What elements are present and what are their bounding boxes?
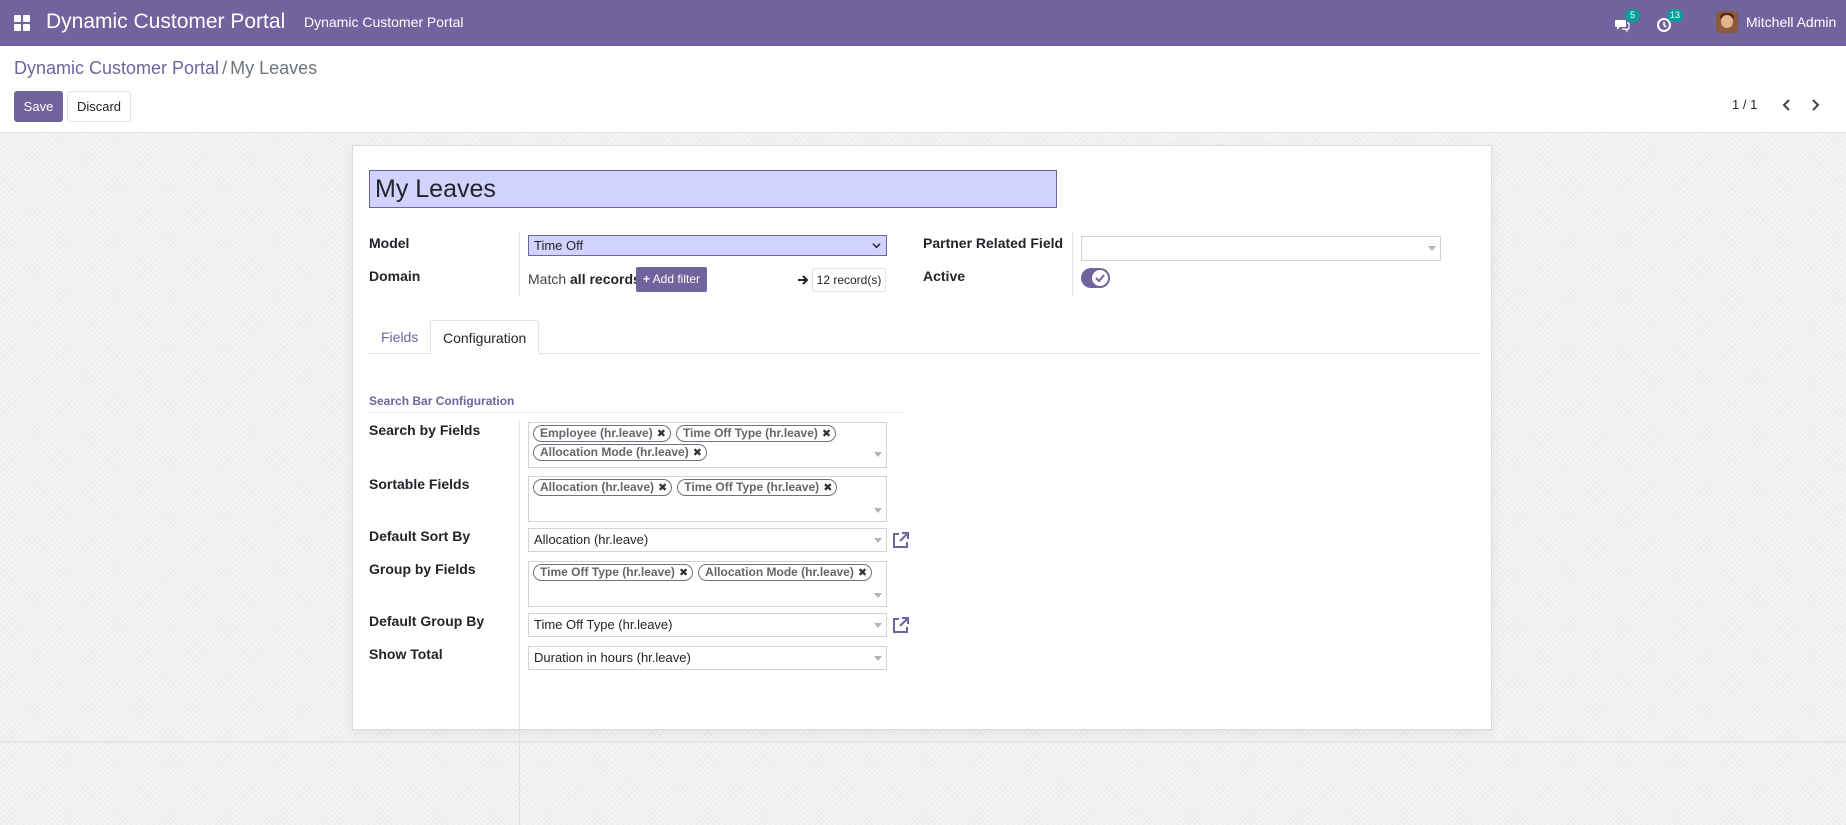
add-filter-button[interactable]: + Add filter [636, 267, 707, 292]
caret-down-icon [874, 593, 882, 598]
active-label: Active [923, 268, 966, 284]
caret-down-icon [1428, 246, 1436, 251]
remove-tag-icon[interactable]: ✖ [823, 482, 832, 494]
default-group-by-select[interactable]: Time Off Type (hr.leave) [528, 613, 887, 637]
remove-tag-icon[interactable]: ✖ [679, 567, 688, 579]
caret-down-icon [874, 452, 882, 457]
model-label: Model [369, 235, 410, 251]
model-select-value: Time Off [534, 238, 584, 253]
tag: Employee (hr.leave) ✖ [533, 425, 671, 442]
caret-down-icon [874, 656, 882, 661]
domain-match-text: Match [528, 271, 567, 287]
discard-button[interactable]: Discard [67, 91, 131, 122]
apps-menu-icon[interactable] [14, 15, 30, 31]
remove-tag-icon[interactable]: ✖ [822, 428, 831, 440]
default-group-by-label: Default Group By [369, 613, 485, 629]
tag: Time Off Type (hr.leave) ✖ [677, 479, 838, 496]
sortable-fields-label: Sortable Fields [369, 476, 470, 492]
records-count-button[interactable]: 12 record(s) [812, 268, 886, 292]
pager-value[interactable]: 1 / 1 [1732, 97, 1757, 112]
caret-down-icon [874, 623, 882, 628]
default-sort-by-label: Default Sort By [369, 528, 471, 544]
remove-tag-icon[interactable]: ✖ [658, 482, 667, 494]
default-sort-by-select[interactable]: Allocation (hr.leave) [528, 528, 887, 552]
partner-related-field-select[interactable] [1081, 236, 1441, 261]
search-bar-configuration-title: Search Bar Configuration [369, 394, 904, 413]
pager-next-icon[interactable] [1808, 98, 1822, 112]
field-divider [1072, 231, 1073, 297]
nav-menu-item[interactable]: Dynamic Customer Portal [304, 14, 464, 30]
tab-fields[interactable]: Fields [369, 320, 430, 354]
user-menu[interactable]: Mitchell Admin [1746, 14, 1836, 30]
field-divider [519, 421, 520, 825]
tag: Time Off Type (hr.leave) ✖ [533, 564, 694, 581]
app-brand[interactable]: Dynamic Customer Portal [46, 10, 285, 34]
activities-badge: 13 [1667, 9, 1684, 22]
remove-tag-icon[interactable]: ✖ [693, 447, 702, 459]
tag: Allocation Mode (hr.leave) ✖ [698, 564, 873, 581]
domain-all-records: all records [570, 271, 641, 287]
pager-previous-icon[interactable] [1780, 98, 1794, 112]
remove-tag-icon[interactable]: ✖ [858, 567, 867, 579]
tag: Allocation Mode (hr.leave) ✖ [533, 444, 707, 461]
arrow-right-icon [798, 275, 809, 285]
domain-label: Domain [369, 268, 421, 284]
tag: Allocation (hr.leave) ✖ [533, 479, 673, 496]
breadcrumb-parent[interactable]: Dynamic Customer Portal [14, 58, 219, 78]
external-link-icon[interactable] [891, 530, 911, 550]
toggle-knob [1092, 270, 1108, 286]
messages-badge: 5 [1625, 9, 1640, 22]
form-sheet: My Leaves Model Domain Time Off Match al… [352, 145, 1492, 825]
external-link-icon[interactable] [891, 615, 911, 635]
check-icon [1095, 274, 1105, 283]
model-select[interactable]: Time Off [528, 235, 887, 256]
remove-tag-icon[interactable]: ✖ [657, 428, 666, 440]
caret-down-icon [874, 538, 882, 543]
breadcrumb-separator: / [222, 58, 228, 78]
breadcrumb-current: My Leaves [230, 58, 318, 78]
top-navbar: Dynamic Customer Portal Dynamic Customer… [0, 0, 1846, 46]
partner-related-field-label: Partner Related Field [923, 235, 1064, 251]
show-total-select[interactable]: Duration in hours (hr.leave) [528, 646, 887, 670]
activities-icon[interactable]: 13 [1656, 9, 1684, 35]
tab-configuration[interactable]: Configuration [430, 320, 540, 354]
sortable-fields-input[interactable]: Allocation (hr.leave) ✖ Time Off Type (hr.… [528, 476, 887, 522]
domain-summary: Match all records [528, 271, 641, 287]
plus-icon: + [642, 272, 650, 286]
record-name-input[interactable]: My Leaves [369, 170, 1057, 208]
show-total-label: Show Total [369, 646, 443, 662]
chevron-down-icon [872, 243, 881, 249]
default-sort-by-value: Allocation (hr.leave) [534, 532, 649, 547]
active-toggle[interactable] [1081, 268, 1110, 288]
user-avatar[interactable] [1716, 11, 1738, 33]
caret-down-icon [874, 508, 882, 513]
search-by-fields-label: Search by Fields [369, 422, 481, 438]
show-total-value: Duration in hours (hr.leave) [534, 650, 691, 665]
control-panel: Dynamic Customer Portal / My Leaves Save D… [0, 46, 1846, 133]
search-by-fields-input[interactable]: Employee (hr.leave) ✖ Time Off Type (hr.le… [528, 422, 887, 468]
messages-icon[interactable]: 5 [1614, 9, 1640, 35]
add-filter-label: Add filter [652, 272, 701, 286]
tag: Time Off Type (hr.leave) ✖ [675, 425, 837, 442]
breadcrumb: Dynamic Customer Portal / My Leaves [14, 58, 317, 79]
save-button[interactable]: Save [14, 91, 63, 122]
default-group-by-value: Time Off Type (hr.leave) [534, 617, 673, 632]
group-by-fields-label: Group by Fields [369, 561, 476, 577]
group-by-fields-input[interactable]: Time Off Type (hr.leave) ✖ Allocation Mode… [528, 561, 887, 607]
field-divider [519, 231, 520, 297]
